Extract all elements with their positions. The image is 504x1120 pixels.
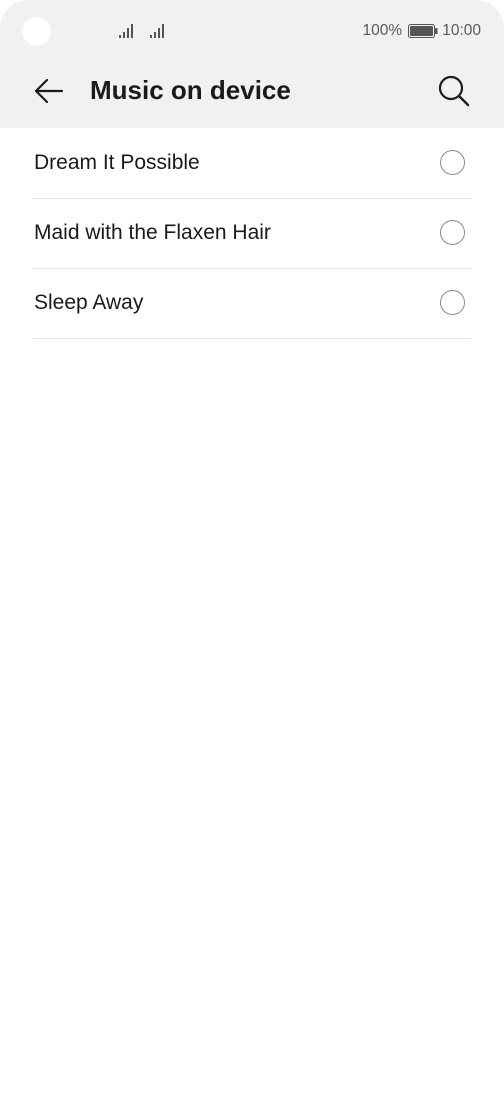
search-button[interactable] [432, 70, 476, 112]
song-row[interactable]: Dream It Possible [33, 129, 471, 199]
battery-percent: 100% [362, 22, 403, 39]
clock: 10:00 [442, 22, 481, 39]
song-title: Maid with the Flaxen Hair [34, 221, 271, 244]
radio-button[interactable] [440, 290, 465, 315]
signal-icon [150, 24, 164, 38]
status-right: 100% 10:00 [363, 21, 481, 41]
page-title: Music on device [90, 75, 291, 105]
song-title: Dream It Possible [34, 151, 200, 174]
radio-button[interactable] [440, 220, 465, 245]
battery-icon [408, 24, 438, 38]
back-arrow-icon [34, 78, 64, 104]
signal-icon [119, 24, 133, 38]
back-button[interactable] [29, 73, 69, 109]
song-row[interactable]: Sleep Away [33, 269, 471, 339]
radio-button[interactable] [440, 150, 465, 175]
song-title: Sleep Away [34, 291, 144, 314]
screen: 100% 10:00 Music on device Dream It Poss… [0, 0, 504, 1120]
song-row[interactable]: Maid with the Flaxen Hair [33, 199, 471, 269]
app-bar: Music on device [0, 62, 504, 120]
search-icon [438, 75, 470, 107]
song-list: Dream It Possible Maid with the Flaxen H… [33, 129, 471, 339]
front-camera [22, 17, 51, 46]
status-bar: 100% 10:00 [0, 0, 504, 62]
